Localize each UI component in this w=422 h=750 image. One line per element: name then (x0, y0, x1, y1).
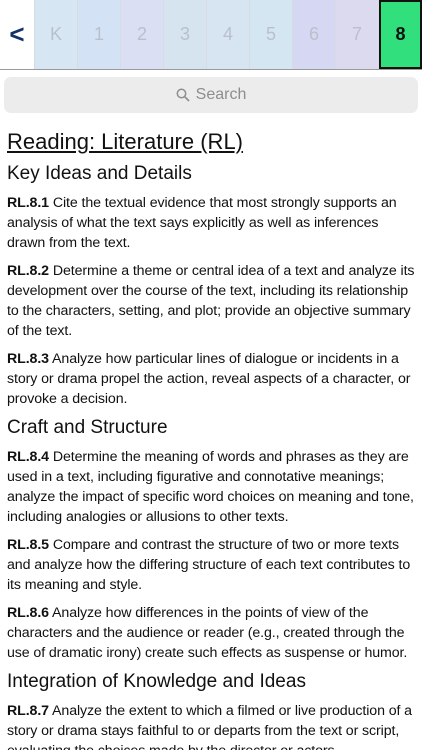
back-button[interactable]: < (0, 0, 35, 69)
standard-item: RL.8.5 Compare and contrast the structur… (7, 535, 415, 595)
grade-tab-k[interactable]: K (35, 0, 78, 69)
section-title: Craft and Structure (7, 417, 168, 438)
standard-text: Determine the meaning of words and phras… (7, 449, 414, 525)
grade-tab-1[interactable]: 1 (78, 0, 121, 69)
chevron-left-icon: < (9, 19, 25, 49)
standard-item: RL.8.3 Analyze how particular lines of d… (7, 349, 415, 409)
standard-code: RL.8.3 (7, 351, 49, 367)
standard-text: Determine a theme or central idea of a t… (7, 263, 415, 339)
standard-item: RL.8.6 Analyze how differences in the po… (7, 603, 415, 663)
grade-tab-3[interactable]: 3 (164, 0, 207, 69)
search-icon (176, 88, 190, 102)
standard-code: RL.8.2 (7, 263, 49, 279)
page-title: Reading: Literature (RL) (7, 129, 244, 154)
standard-code: RL.8.1 (7, 195, 49, 211)
standards-content: Reading: Literature (RL) Key Ideas and D… (0, 117, 422, 750)
section-title: Key Ideas and Details (7, 163, 192, 184)
search-input[interactable]: Search (4, 77, 418, 113)
standard-code: RL.8.7 (7, 703, 49, 719)
standard-code: RL.8.5 (7, 537, 49, 553)
standard-text: Analyze the extent to which a filmed or … (7, 703, 412, 750)
grade-tab-2[interactable]: 2 (121, 0, 164, 69)
standard-item: RL.8.4 Determine the meaning of words an… (7, 447, 415, 527)
grade-tab-8[interactable]: 8 (379, 0, 422, 69)
standard-text: Compare and contrast the structure of tw… (7, 537, 411, 593)
standard-code: RL.8.4 (7, 449, 49, 465)
standard-item: RL.8.7 Analyze the extent to which a fil… (7, 701, 415, 750)
standard-text: Analyze how differences in the points of… (7, 605, 408, 661)
standard-item: RL.8.1 Cite the textual evidence that mo… (7, 193, 415, 253)
search-placeholder: Search (195, 86, 247, 103)
standard-text: Analyze how particular lines of dialogue… (7, 351, 411, 407)
grade-tab-5[interactable]: 5 (250, 0, 293, 69)
standard-item: RL.8.2 Determine a theme or central idea… (7, 261, 415, 341)
grade-tab-bar: < K 1 2 3 4 5 6 7 8 (0, 0, 422, 70)
standard-code: RL.8.6 (7, 605, 49, 621)
grade-tab-6[interactable]: 6 (293, 0, 336, 69)
grade-tab-7[interactable]: 7 (336, 0, 379, 69)
grade-tab-4[interactable]: 4 (207, 0, 250, 69)
search-bar: Search (0, 70, 422, 117)
section-title: Integration of Knowledge and Ideas (7, 671, 306, 692)
standard-text: Cite the textual evidence that most stro… (7, 195, 397, 251)
